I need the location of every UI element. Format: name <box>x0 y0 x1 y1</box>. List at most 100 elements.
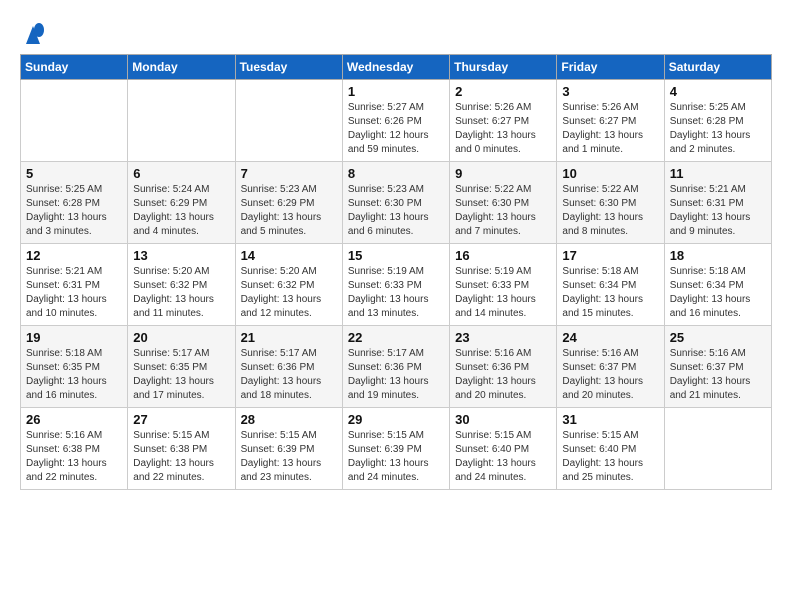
day-info: Sunrise: 5:17 AMSunset: 6:36 PMDaylight:… <box>241 347 337 403</box>
day-number: 28 <box>241 412 337 427</box>
day-number: 9 <box>455 166 551 181</box>
day-number: 26 <box>26 412 122 427</box>
calendar-week-row: 12 Sunrise: 5:21 AMSunset: 6:31 PMDayligh… <box>21 244 772 326</box>
calendar-day-cell: 30 Sunrise: 5:15 AMSunset: 6:40 PMDayligh… <box>450 408 557 490</box>
day-info: Sunrise: 5:18 AMSunset: 6:34 PMDaylight:… <box>562 265 658 321</box>
day-number: 2 <box>455 84 551 99</box>
calendar-day-cell: 26 Sunrise: 5:16 AMSunset: 6:38 PMDayligh… <box>21 408 128 490</box>
day-info: Sunrise: 5:26 AMSunset: 6:27 PMDaylight:… <box>455 101 551 157</box>
day-number: 11 <box>670 166 766 181</box>
day-number: 23 <box>455 330 551 345</box>
weekday-header-cell: Wednesday <box>342 55 449 80</box>
day-number: 5 <box>26 166 122 181</box>
day-info: Sunrise: 5:15 AMSunset: 6:39 PMDaylight:… <box>241 429 337 485</box>
calendar-day-cell: 20 Sunrise: 5:17 AMSunset: 6:35 PMDayligh… <box>128 326 235 408</box>
day-number: 25 <box>670 330 766 345</box>
day-info: Sunrise: 5:25 AMSunset: 6:28 PMDaylight:… <box>670 101 766 157</box>
calendar-day-cell: 28 Sunrise: 5:15 AMSunset: 6:39 PMDayligh… <box>235 408 342 490</box>
day-info: Sunrise: 5:23 AMSunset: 6:29 PMDaylight:… <box>241 183 337 239</box>
day-info: Sunrise: 5:24 AMSunset: 6:29 PMDaylight:… <box>133 183 229 239</box>
calendar-day-cell: 11 Sunrise: 5:21 AMSunset: 6:31 PMDayligh… <box>664 162 771 244</box>
day-info: Sunrise: 5:21 AMSunset: 6:31 PMDaylight:… <box>26 265 122 321</box>
day-info: Sunrise: 5:21 AMSunset: 6:31 PMDaylight:… <box>670 183 766 239</box>
day-number: 22 <box>348 330 444 345</box>
day-number: 21 <box>241 330 337 345</box>
day-number: 8 <box>348 166 444 181</box>
calendar-day-cell: 6 Sunrise: 5:24 AMSunset: 6:29 PMDaylight… <box>128 162 235 244</box>
day-info: Sunrise: 5:15 AMSunset: 6:40 PMDaylight:… <box>562 429 658 485</box>
calendar-day-cell: 4 Sunrise: 5:25 AMSunset: 6:28 PMDaylight… <box>664 80 771 162</box>
weekday-header-row: SundayMondayTuesdayWednesdayThursdayFrid… <box>21 55 772 80</box>
calendar-day-cell: 17 Sunrise: 5:18 AMSunset: 6:34 PMDayligh… <box>557 244 664 326</box>
day-number: 4 <box>670 84 766 99</box>
calendar-day-cell: 19Sunrise: 5:18 AMSunset: 6:35 PMDayligh… <box>21 326 128 408</box>
calendar-day-cell: 25 Sunrise: 5:16 AMSunset: 6:37 PMDayligh… <box>664 326 771 408</box>
calendar-day-cell: 18 Sunrise: 5:18 AMSunset: 6:34 PMDayligh… <box>664 244 771 326</box>
calendar-day-cell: 3 Sunrise: 5:26 AMSunset: 6:27 PMDaylight… <box>557 80 664 162</box>
weekday-header-cell: Monday <box>128 55 235 80</box>
calendar-day-cell: 13Sunrise: 5:20 AMSunset: 6:32 PMDayligh… <box>128 244 235 326</box>
day-info: Sunrise: 5:26 AMSunset: 6:27 PMDaylight:… <box>562 101 658 157</box>
day-info: Sunrise: 5:16 AMSunset: 6:38 PMDaylight:… <box>26 429 122 485</box>
calendar-day-cell: 21 Sunrise: 5:17 AMSunset: 6:36 PMDayligh… <box>235 326 342 408</box>
day-info: Sunrise: 5:16 AMSunset: 6:36 PMDaylight:… <box>455 347 551 403</box>
day-number: 13 <box>133 248 229 263</box>
day-number: 29 <box>348 412 444 427</box>
page: SundayMondayTuesdayWednesdayThursdayFrid… <box>0 0 792 506</box>
day-info: Sunrise: 5:27 AMSunset: 6:26 PMDaylight:… <box>348 101 444 157</box>
day-number: 15 <box>348 248 444 263</box>
calendar-day-cell <box>664 408 771 490</box>
logo-icon <box>22 16 44 44</box>
calendar-day-cell: 14 Sunrise: 5:20 AMSunset: 6:32 PMDayligh… <box>235 244 342 326</box>
calendar-day-cell: 27Sunrise: 5:15 AMSunset: 6:38 PMDayligh… <box>128 408 235 490</box>
calendar-day-cell: 22 Sunrise: 5:17 AMSunset: 6:36 PMDayligh… <box>342 326 449 408</box>
calendar-week-row: 26 Sunrise: 5:16 AMSunset: 6:38 PMDayligh… <box>21 408 772 490</box>
day-info: Sunrise: 5:17 AMSunset: 6:35 PMDaylight:… <box>133 347 229 403</box>
day-number: 10 <box>562 166 658 181</box>
day-number: 18 <box>670 248 766 263</box>
calendar-day-cell: 9 Sunrise: 5:22 AMSunset: 6:30 PMDaylight… <box>450 162 557 244</box>
weekday-header-cell: Saturday <box>664 55 771 80</box>
calendar-day-cell <box>235 80 342 162</box>
day-number: 19 <box>26 330 122 345</box>
day-number: 17 <box>562 248 658 263</box>
day-info: Sunrise: 5:16 AMSunset: 6:37 PMDaylight:… <box>670 347 766 403</box>
day-number: 12 <box>26 248 122 263</box>
day-info: Sunrise: 5:20 AMSunset: 6:32 PMDaylight:… <box>241 265 337 321</box>
day-number: 1 <box>348 84 444 99</box>
calendar-table: SundayMondayTuesdayWednesdayThursdayFrid… <box>20 54 772 490</box>
weekday-header-cell: Tuesday <box>235 55 342 80</box>
calendar-day-cell: 8 Sunrise: 5:23 AMSunset: 6:30 PMDaylight… <box>342 162 449 244</box>
day-number: 20 <box>133 330 229 345</box>
day-number: 30 <box>455 412 551 427</box>
day-number: 6 <box>133 166 229 181</box>
day-info: Sunrise: 5:17 AMSunset: 6:36 PMDaylight:… <box>348 347 444 403</box>
day-number: 14 <box>241 248 337 263</box>
day-number: 24 <box>562 330 658 345</box>
day-info: Sunrise: 5:23 AMSunset: 6:30 PMDaylight:… <box>348 183 444 239</box>
day-info: Sunrise: 5:25 AMSunset: 6:28 PMDaylight:… <box>26 183 122 239</box>
calendar-day-cell: 7 Sunrise: 5:23 AMSunset: 6:29 PMDaylight… <box>235 162 342 244</box>
calendar-day-cell: 31Sunrise: 5:15 AMSunset: 6:40 PMDayligh… <box>557 408 664 490</box>
day-number: 7 <box>241 166 337 181</box>
calendar-week-row: 19Sunrise: 5:18 AMSunset: 6:35 PMDayligh… <box>21 326 772 408</box>
weekday-header-cell: Thursday <box>450 55 557 80</box>
calendar-day-cell: 29 Sunrise: 5:15 AMSunset: 6:39 PMDayligh… <box>342 408 449 490</box>
day-info: Sunrise: 5:15 AMSunset: 6:40 PMDaylight:… <box>455 429 551 485</box>
weekday-header-cell: Sunday <box>21 55 128 80</box>
day-info: Sunrise: 5:18 AMSunset: 6:34 PMDaylight:… <box>670 265 766 321</box>
logo <box>20 16 44 46</box>
day-info: Sunrise: 5:22 AMSunset: 6:30 PMDaylight:… <box>562 183 658 239</box>
calendar-day-cell: 2 Sunrise: 5:26 AMSunset: 6:27 PMDaylight… <box>450 80 557 162</box>
day-info: Sunrise: 5:19 AMSunset: 6:33 PMDaylight:… <box>455 265 551 321</box>
day-info: Sunrise: 5:22 AMSunset: 6:30 PMDaylight:… <box>455 183 551 239</box>
weekday-header-cell: Friday <box>557 55 664 80</box>
calendar-day-cell <box>128 80 235 162</box>
day-number: 3 <box>562 84 658 99</box>
calendar-day-cell: 23 Sunrise: 5:16 AMSunset: 6:36 PMDayligh… <box>450 326 557 408</box>
day-info: Sunrise: 5:16 AMSunset: 6:37 PMDaylight:… <box>562 347 658 403</box>
day-info: Sunrise: 5:15 AMSunset: 6:39 PMDaylight:… <box>348 429 444 485</box>
calendar-day-cell: 16Sunrise: 5:19 AMSunset: 6:33 PMDayligh… <box>450 244 557 326</box>
calendar-day-cell <box>21 80 128 162</box>
day-info: Sunrise: 5:19 AMSunset: 6:33 PMDaylight:… <box>348 265 444 321</box>
